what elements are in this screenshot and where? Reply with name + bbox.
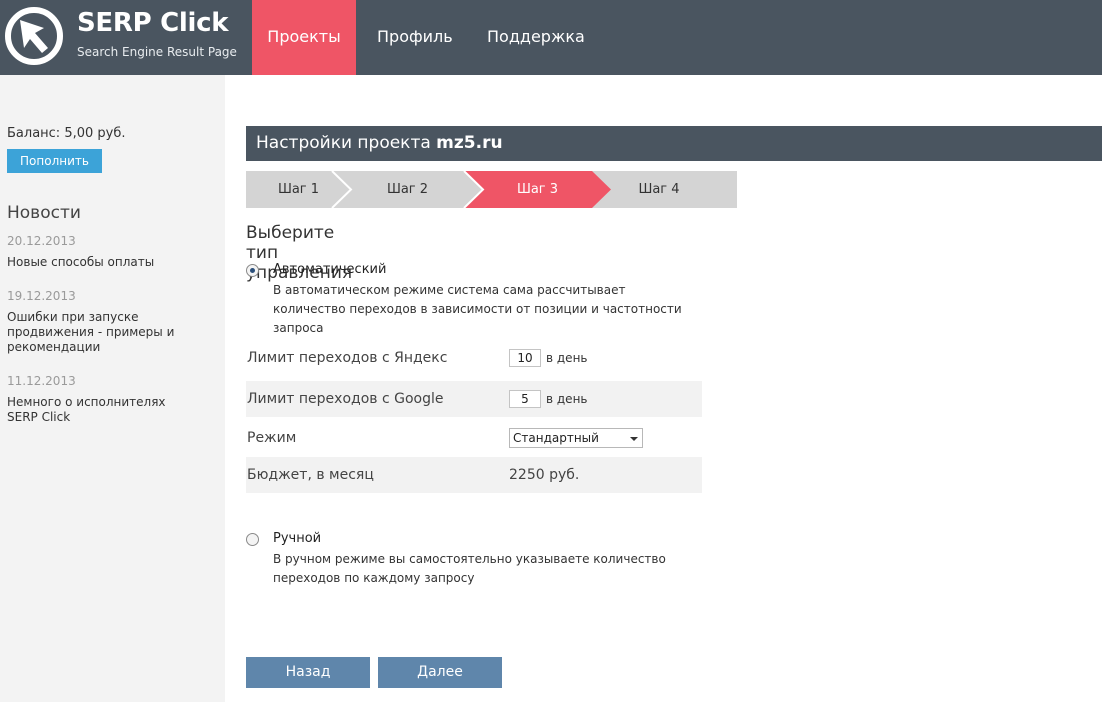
budget-label: Бюджет, в месяц — [247, 467, 374, 483]
news-date: 19.12.2013 — [7, 289, 76, 303]
auto-description: В автоматическом режиме система сама рас… — [273, 283, 682, 335]
nav-support[interactable]: Поддержка — [468, 0, 585, 75]
settings-title: Настройки проекта — [256, 133, 431, 153]
manual-description: В ручном режиме вы самостоятельно указыв… — [273, 552, 666, 585]
news-item: 19.12.2013 Ошибки при запуске продвижени… — [7, 289, 207, 355]
step-4[interactable]: Шаг 4 — [611, 171, 707, 208]
auto-radio[interactable] — [246, 264, 259, 277]
project-name: mz5.ru — [436, 133, 503, 153]
project-settings-bar: Настройки проекта mz5.ru — [246, 126, 1102, 161]
caret-down-icon — [630, 437, 638, 441]
mode-label: Режим — [247, 430, 297, 446]
news-heading: Новости — [7, 203, 81, 223]
news-date: 20.12.2013 — [7, 234, 76, 248]
news-link[interactable]: Новые способы оплаты — [7, 255, 207, 270]
step-3[interactable]: Шаг 3 — [483, 171, 592, 208]
step-1[interactable]: Шаг 1 — [246, 171, 351, 208]
google-per-day: в день — [546, 392, 588, 406]
logo-subtitle: Search Engine Result Page — [77, 45, 237, 59]
news-link[interactable]: Немного о исполнителях SERP Click — [7, 395, 197, 425]
nav-profile[interactable]: Профиль — [356, 0, 468, 75]
logo-icon — [5, 7, 63, 65]
yandex-limit-input[interactable] — [509, 349, 541, 367]
steps-bar: Шаг 1 Шаг 2 Шаг 3 Шаг 4 — [246, 171, 737, 208]
main-nav: Проекты Профиль Поддержка — [252, 0, 585, 75]
google-limit-row: Лимит переходов с Google в день — [246, 381, 702, 417]
news-item: 11.12.2013 Немного о исполнителях SERP C… — [7, 374, 207, 425]
manual-label[interactable]: Ручной — [273, 531, 321, 546]
yandex-limit-label: Лимит переходов с Яндекс — [247, 350, 448, 366]
mode-select[interactable]: Стандартный — [509, 428, 643, 448]
mode-row: Режим Стандартный — [246, 420, 702, 456]
next-button[interactable]: Далее — [378, 657, 502, 688]
yandex-limit-row: Лимит переходов с Яндекс в день — [246, 340, 702, 376]
news-link[interactable]: Ошибки при запуске продвижения - примеры… — [7, 310, 182, 355]
news-date: 11.12.2013 — [7, 374, 76, 388]
logo[interactable]: SERP Click Search Engine Result Page — [0, 0, 252, 75]
manual-radio[interactable] — [246, 533, 259, 546]
auto-label[interactable]: Автоматический — [273, 262, 386, 277]
news-item: 20.12.2013 Новые способы оплаты — [7, 234, 207, 270]
budget-row: Бюджет, в месяц 2250 руб. — [246, 457, 702, 493]
mode-select-value: Стандартный — [513, 431, 599, 445]
budget-value: 2250 руб. — [509, 467, 580, 483]
top-header: SERP Click Search Engine Result Page Про… — [0, 0, 1102, 75]
google-limit-input[interactable] — [509, 390, 541, 408]
step-2[interactable]: Шаг 2 — [351, 171, 464, 208]
google-limit-label: Лимит переходов с Google — [247, 391, 444, 407]
back-button[interactable]: Назад — [246, 657, 370, 688]
sidebar: Баланс: 5,00 руб. Пополнить Новости 20.1… — [0, 75, 225, 702]
nav-projects[interactable]: Проекты — [252, 0, 356, 75]
balance-text: Баланс: 5,00 руб. — [7, 126, 126, 141]
logo-title: SERP Click — [77, 8, 229, 38]
topup-button[interactable]: Пополнить — [7, 149, 102, 173]
yandex-per-day: в день — [546, 351, 588, 365]
